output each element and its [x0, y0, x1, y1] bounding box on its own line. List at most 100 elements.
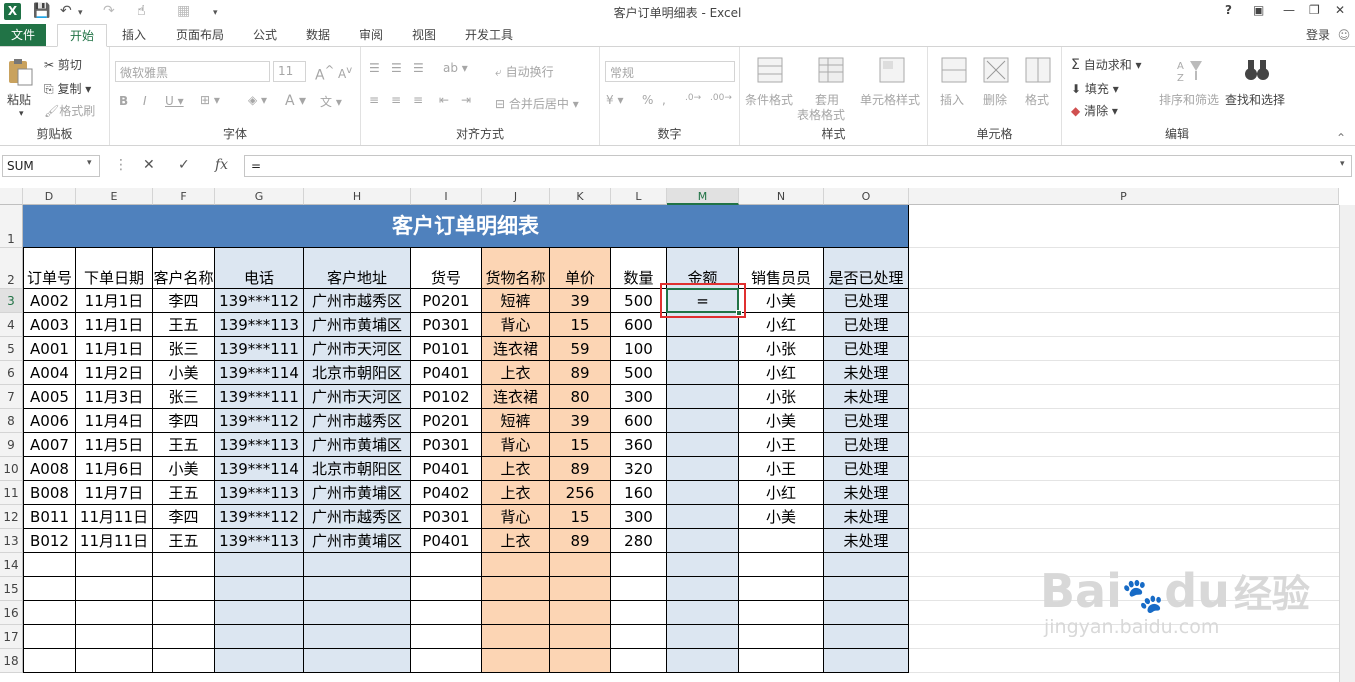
empty-cell-P13[interactable] — [909, 529, 1339, 553]
data-cell[interactable]: P0402 — [411, 481, 482, 505]
align-center-icon[interactable]: ≡ — [391, 93, 401, 107]
data-cell[interactable]: A001 — [23, 337, 76, 361]
header-cell[interactable]: 电话 — [215, 248, 304, 289]
data-cell[interactable]: 王五 — [153, 529, 215, 553]
data-cell[interactable]: 未处理 — [824, 529, 909, 553]
data-cell[interactable]: 39 — [550, 289, 611, 313]
data-cell[interactable] — [76, 601, 153, 625]
data-cell[interactable] — [667, 529, 739, 553]
data-cell[interactable] — [667, 649, 739, 673]
data-cell[interactable]: P0102 — [411, 385, 482, 409]
comma-icon[interactable]: , — [662, 93, 666, 107]
data-cell[interactable]: 11月7日 — [76, 481, 153, 505]
data-cell[interactable] — [482, 625, 550, 649]
data-cell[interactable] — [153, 601, 215, 625]
decrease-decimal-icon[interactable]: .00→ — [710, 93, 732, 103]
row-header-2[interactable]: 2 — [0, 248, 23, 289]
row-header-7[interactable]: 7 — [0, 385, 23, 409]
column-header-H[interactable]: H — [304, 188, 411, 205]
empty-cell-P3[interactable] — [909, 289, 1339, 313]
data-cell[interactable]: 139***112 — [215, 505, 304, 529]
cell-styles-icon[interactable] — [877, 55, 907, 85]
data-cell[interactable] — [550, 553, 611, 577]
empty-cell-P1[interactable] — [909, 205, 1339, 248]
data-cell[interactable]: P0301 — [411, 505, 482, 529]
align-bottom-icon[interactable]: ☰ — [413, 61, 424, 75]
data-cell[interactable]: 11月1日 — [76, 313, 153, 337]
data-cell[interactable] — [667, 625, 739, 649]
user-icon[interactable]: ☺ — [1335, 24, 1353, 47]
data-cell[interactable] — [667, 577, 739, 601]
increase-indent-icon[interactable]: ⇥ — [461, 93, 471, 107]
data-cell[interactable] — [76, 577, 153, 601]
data-cell[interactable]: 已处理 — [824, 409, 909, 433]
data-cell[interactable]: A003 — [23, 313, 76, 337]
data-cell[interactable]: 未处理 — [824, 361, 909, 385]
data-cell[interactable] — [153, 625, 215, 649]
data-cell[interactable]: A005 — [23, 385, 76, 409]
data-cell[interactable]: 北京市朝阳区 — [304, 457, 411, 481]
enter-icon[interactable]: ✓ — [178, 157, 190, 173]
data-cell[interactable]: A006 — [23, 409, 76, 433]
help-button[interactable]: ? — [1225, 3, 1232, 17]
increase-font-icon[interactable]: A^ — [315, 63, 334, 84]
align-right-icon[interactable]: ≡ — [413, 93, 423, 107]
bold-icon[interactable]: B — [119, 94, 128, 108]
header-cell[interactable]: 货号 — [411, 248, 482, 289]
header-cell[interactable]: 货物名称 — [482, 248, 550, 289]
data-cell[interactable]: 未处理 — [824, 481, 909, 505]
empty-cell-P2[interactable] — [909, 248, 1339, 289]
data-cell[interactable]: P0301 — [411, 313, 482, 337]
data-cell[interactable]: 89 — [550, 529, 611, 553]
data-cell[interactable]: 上衣 — [482, 361, 550, 385]
empty-cell-P5[interactable] — [909, 337, 1339, 361]
empty-cell-P12[interactable] — [909, 505, 1339, 529]
data-cell[interactable] — [482, 577, 550, 601]
data-cell[interactable]: 李四 — [153, 505, 215, 529]
data-cell[interactable]: 王五 — [153, 313, 215, 337]
row-header-3[interactable]: 3 — [0, 289, 23, 313]
select-all-corner[interactable] — [0, 188, 23, 205]
data-cell[interactable]: 139***113 — [215, 529, 304, 553]
cancel-icon[interactable]: ✕ — [143, 157, 155, 173]
sort-filter-icon[interactable]: AZ — [1174, 55, 1204, 85]
data-cell[interactable] — [304, 553, 411, 577]
insert-function-icon[interactable]: fx — [215, 157, 228, 173]
data-cell[interactable] — [667, 409, 739, 433]
data-cell[interactable]: 11月3日 — [76, 385, 153, 409]
login-link[interactable]: 登录 — [1298, 24, 1338, 47]
data-cell[interactable]: 89 — [550, 361, 611, 385]
column-header-J[interactable]: J — [482, 188, 550, 205]
column-header-L[interactable]: L — [611, 188, 667, 205]
data-cell[interactable]: 360 — [611, 433, 667, 457]
column-header-G[interactable]: G — [215, 188, 304, 205]
data-cell[interactable] — [76, 553, 153, 577]
data-cell[interactable]: 11月4日 — [76, 409, 153, 433]
data-cell[interactable]: 小美 — [153, 457, 215, 481]
row-header-8[interactable]: 8 — [0, 409, 23, 433]
data-cell[interactable]: 小美 — [739, 409, 824, 433]
header-cell[interactable]: 单价 — [550, 248, 611, 289]
row-header-14[interactable]: 14 — [0, 553, 23, 577]
row-header-11[interactable]: 11 — [0, 481, 23, 505]
data-cell[interactable]: 15 — [550, 505, 611, 529]
restore-icon[interactable]: ❐ — [1309, 3, 1320, 17]
conditional-format-button[interactable]: 条件格式 — [745, 91, 793, 108]
fill-handle[interactable] — [736, 310, 742, 316]
border-icon[interactable]: ⊞ ▾ — [200, 93, 220, 107]
data-cell[interactable]: 已处理 — [824, 457, 909, 481]
data-cell[interactable]: 上衣 — [482, 457, 550, 481]
data-cell[interactable]: 139***114 — [215, 361, 304, 385]
cell-styles-button[interactable]: 单元格样式 — [860, 91, 920, 108]
data-cell[interactable]: 背心 — [482, 505, 550, 529]
data-cell[interactable]: 139***112 — [215, 409, 304, 433]
column-header-O[interactable]: O — [824, 188, 909, 205]
percent-icon[interactable]: % — [642, 93, 653, 107]
column-header-I[interactable]: I — [411, 188, 482, 205]
data-cell[interactable] — [550, 601, 611, 625]
data-cell[interactable]: 小美 — [153, 361, 215, 385]
empty-cell-P9[interactable] — [909, 433, 1339, 457]
data-cell[interactable] — [667, 481, 739, 505]
data-cell[interactable] — [215, 649, 304, 673]
data-cell[interactable]: 15 — [550, 433, 611, 457]
